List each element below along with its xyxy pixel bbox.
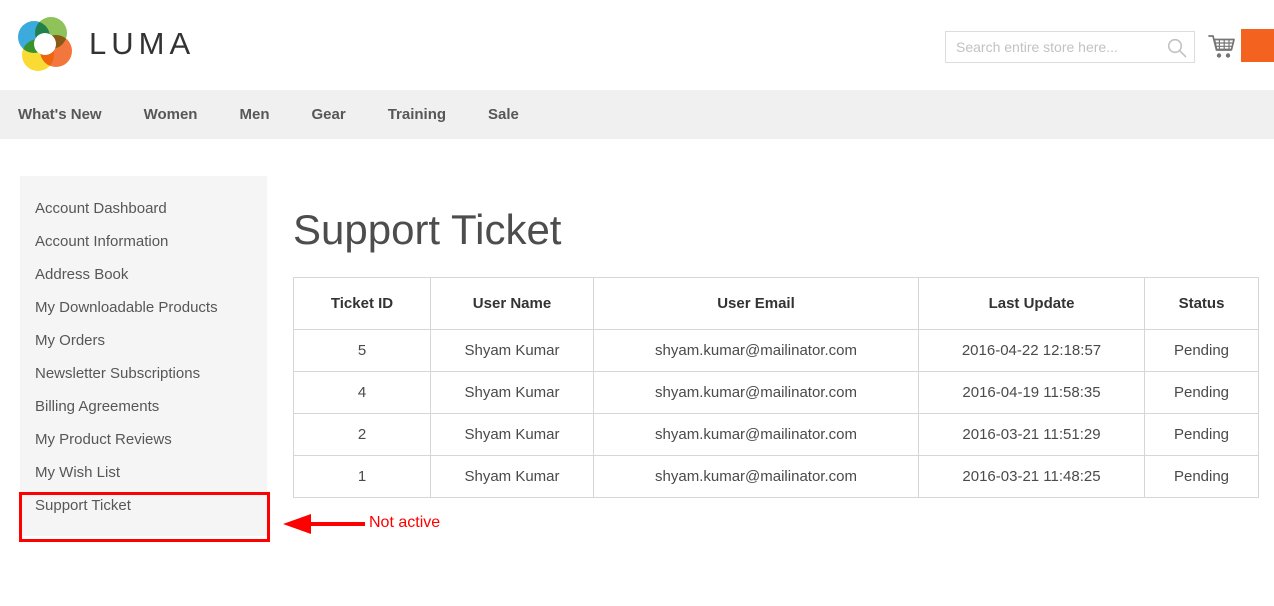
cell-user-email: shyam.kumar@mailinator.com (593, 329, 919, 372)
support-ticket-table: Ticket ID User Name User Email Last Upda… (293, 277, 1259, 498)
table-body: 5 Shyam Kumar shyam.kumar@mailinator.com… (293, 329, 1259, 498)
cell-user-name: Shyam Kumar (430, 329, 594, 372)
sidebar-item-address-book[interactable]: Address Book (20, 258, 267, 291)
nav-item-gear[interactable]: Gear (311, 106, 345, 123)
shopping-cart-icon[interactable] (1207, 32, 1237, 62)
sidebar-item-my-product-reviews[interactable]: My Product Reviews (20, 423, 267, 456)
cell-last-update: 2016-03-21 11:51:29 (918, 413, 1145, 456)
cart-counter-badge[interactable] (1241, 29, 1274, 62)
nav-list: What's New Women Men Gear Training Sale (18, 90, 561, 139)
luma-flower-logo-icon (18, 17, 72, 71)
nav-item-women[interactable]: Women (144, 106, 198, 123)
annotation-label: Not active (369, 514, 441, 531)
cell-last-update: 2016-04-19 11:58:35 (918, 371, 1145, 414)
cell-user-name: Shyam Kumar (430, 455, 594, 498)
sidebar-item-account-dashboard[interactable]: Account Dashboard (20, 192, 267, 225)
cell-user-email: shyam.kumar@mailinator.com (593, 455, 919, 498)
annotation-arrow-icon (283, 513, 365, 535)
sidebar-item-support-ticket[interactable]: Support Ticket (20, 489, 267, 522)
table-header-row: Ticket ID User Name User Email Last Upda… (293, 277, 1259, 330)
column-header-user-name: User Name (430, 277, 594, 330)
search-box[interactable] (945, 31, 1195, 63)
cell-ticket-id: 5 (293, 329, 431, 372)
cell-user-email: shyam.kumar@mailinator.com (593, 371, 919, 414)
sidebar-item-my-orders[interactable]: My Orders (20, 324, 267, 357)
sidebar-item-billing-agreements[interactable]: Billing Agreements (20, 390, 267, 423)
site-header: LUMA (0, 0, 1274, 90)
main-navigation: What's New Women Men Gear Training Sale (0, 90, 1274, 139)
table-row[interactable]: 4 Shyam Kumar shyam.kumar@mailinator.com… (293, 371, 1259, 414)
column-header-last-update: Last Update (918, 277, 1145, 330)
cell-status: Pending (1144, 371, 1259, 414)
nav-item-men[interactable]: Men (239, 106, 269, 123)
cell-user-name: Shyam Kumar (430, 371, 594, 414)
page-title: Support Ticket (293, 206, 562, 254)
sidebar-item-my-wish-list[interactable]: My Wish List (20, 456, 267, 489)
column-header-user-email: User Email (593, 277, 919, 330)
sidebar-item-newsletter-subscriptions[interactable]: Newsletter Subscriptions (20, 357, 267, 390)
cell-user-name: Shyam Kumar (430, 413, 594, 456)
table-row[interactable]: 2 Shyam Kumar shyam.kumar@mailinator.com… (293, 413, 1259, 456)
column-header-ticket-id: Ticket ID (293, 277, 431, 330)
sidebar-item-my-downloadable-products[interactable]: My Downloadable Products (20, 291, 267, 324)
cell-last-update: 2016-03-21 11:48:25 (918, 455, 1145, 498)
cell-status: Pending (1144, 455, 1259, 498)
cell-ticket-id: 1 (293, 455, 431, 498)
sidebar-item-account-information[interactable]: Account Information (20, 225, 267, 258)
cell-status: Pending (1144, 329, 1259, 372)
nav-item-sale[interactable]: Sale (488, 106, 519, 123)
logo-wordmark: LUMA (89, 26, 196, 61)
cell-ticket-id: 4 (293, 371, 431, 414)
logo[interactable]: LUMA (18, 16, 195, 72)
search-input[interactable] (946, 32, 1161, 62)
cell-user-email: shyam.kumar@mailinator.com (593, 413, 919, 456)
nav-item-whats-new[interactable]: What's New (18, 106, 102, 123)
account-sidebar: Account Dashboard Account Information Ad… (20, 176, 267, 536)
cell-last-update: 2016-04-22 12:18:57 (918, 329, 1145, 372)
cell-ticket-id: 2 (293, 413, 431, 456)
cell-status: Pending (1144, 413, 1259, 456)
table-header: Ticket ID User Name User Email Last Upda… (293, 277, 1259, 330)
nav-item-training[interactable]: Training (388, 106, 446, 123)
table-row[interactable]: 1 Shyam Kumar shyam.kumar@mailinator.com… (293, 455, 1259, 498)
search-icon[interactable] (1166, 37, 1188, 59)
column-header-status: Status (1144, 277, 1259, 330)
table-row[interactable]: 5 Shyam Kumar shyam.kumar@mailinator.com… (293, 329, 1259, 372)
